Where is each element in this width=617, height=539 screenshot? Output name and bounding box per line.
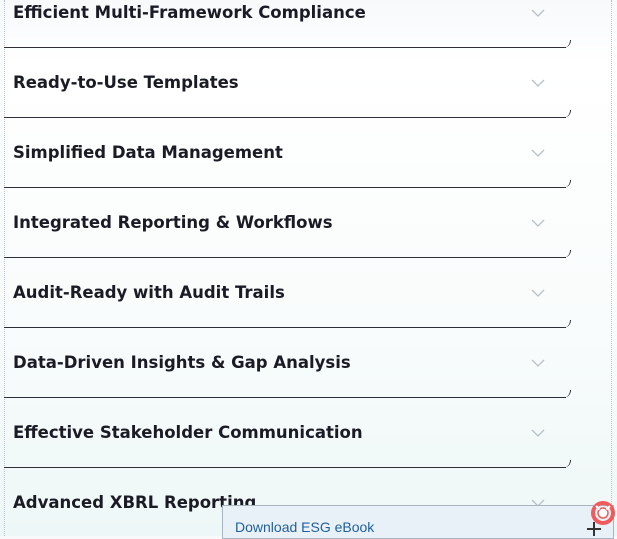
divider-curl bbox=[563, 250, 571, 258]
divider-curl bbox=[563, 390, 571, 398]
accordion-item[interactable]: Efficient Multi-Framework Compliance bbox=[4, 0, 571, 48]
accordion-item[interactable]: Audit-Ready with Audit Trails bbox=[4, 258, 571, 328]
divider-curl bbox=[563, 110, 571, 118]
chevron-down-icon[interactable] bbox=[531, 359, 545, 368]
chevron-down-icon[interactable] bbox=[531, 289, 545, 298]
accordion-item[interactable]: Effective Stakeholder Communication bbox=[4, 398, 571, 468]
download-ebook-bar[interactable]: Download ESG eBook bbox=[222, 505, 614, 539]
download-ebook-link[interactable]: Download ESG eBook bbox=[235, 519, 374, 535]
chevron-down-icon[interactable] bbox=[531, 9, 545, 18]
accordion-list: Efficient Multi-Framework Compliance Rea… bbox=[4, 0, 571, 538]
chevron-down-icon[interactable] bbox=[531, 429, 545, 438]
chevron-down-icon[interactable] bbox=[531, 219, 545, 228]
accordion-item[interactable]: Data-Driven Insights & Gap Analysis bbox=[4, 328, 571, 398]
help-lifebuoy-icon[interactable] bbox=[590, 500, 616, 526]
accordion-item-title: Advanced XBRL Reporting bbox=[13, 493, 257, 512]
divider-curl bbox=[563, 460, 571, 468]
accordion-item-title: Efficient Multi-Framework Compliance bbox=[13, 3, 366, 22]
accordion-item-title: Data-Driven Insights & Gap Analysis bbox=[13, 353, 351, 372]
chevron-down-icon[interactable] bbox=[531, 79, 545, 88]
accordion-item-title: Simplified Data Management bbox=[13, 143, 283, 162]
accordion-item[interactable]: Integrated Reporting & Workflows bbox=[4, 188, 571, 258]
accordion-item-title: Integrated Reporting & Workflows bbox=[13, 213, 333, 232]
divider-curl bbox=[563, 320, 571, 328]
accordion-item-title: Ready-to-Use Templates bbox=[13, 73, 239, 92]
divider-curl bbox=[563, 180, 571, 188]
divider-curl bbox=[563, 40, 571, 48]
accordion-item[interactable]: Ready-to-Use Templates bbox=[4, 48, 571, 118]
accordion-item-title: Audit-Ready with Audit Trails bbox=[13, 283, 285, 302]
chevron-down-icon[interactable] bbox=[531, 149, 545, 158]
accordion-item-title: Effective Stakeholder Communication bbox=[13, 423, 363, 442]
accordion-item[interactable]: Simplified Data Management bbox=[4, 118, 571, 188]
